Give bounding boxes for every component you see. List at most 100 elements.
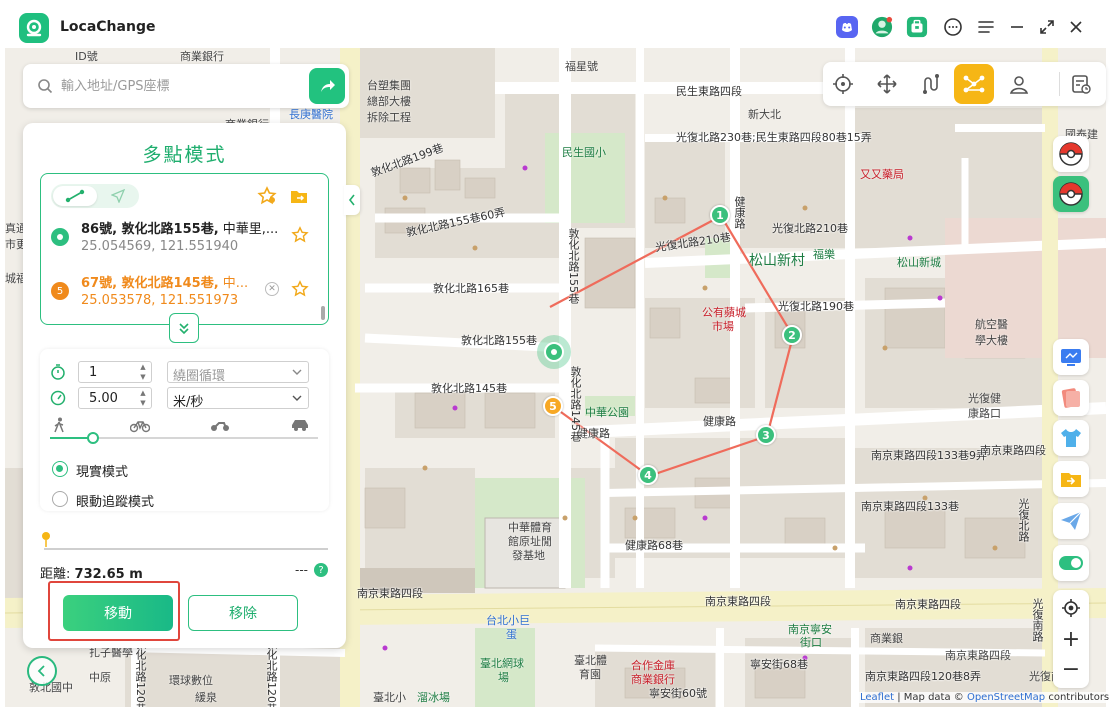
map-attribution: Leaflet | Map data © OpenStreetMap contr… bbox=[857, 692, 1111, 703]
device-button[interactable] bbox=[1053, 339, 1089, 375]
help-icon[interactable]: ? bbox=[314, 563, 328, 577]
multi-spot-route-icon bbox=[963, 75, 985, 93]
street-label: 南京東路四段 bbox=[980, 444, 1046, 457]
route-marker-3[interactable]: 3 bbox=[756, 425, 776, 445]
navigate-tab[interactable] bbox=[99, 186, 137, 206]
locate-button[interactable] bbox=[1053, 592, 1089, 624]
remove-waypoint-icon[interactable]: ✕ bbox=[265, 282, 279, 296]
back-button[interactable] bbox=[27, 656, 57, 686]
street-label: 敦化北路155巷 bbox=[567, 228, 580, 304]
list-scrollbar[interactable] bbox=[321, 306, 325, 320]
pokeball-button[interactable] bbox=[1053, 136, 1089, 172]
route-line-tab[interactable] bbox=[53, 186, 97, 206]
import-folder-icon[interactable] bbox=[289, 186, 309, 210]
waypoint-item[interactable]: 5 67號, 敦化北路145巷, 中... 25.053578, 121.551… bbox=[49, 268, 319, 314]
close-icon[interactable] bbox=[1065, 16, 1087, 38]
minimize-icon[interactable] bbox=[1006, 16, 1028, 38]
user-icon bbox=[1009, 76, 1029, 94]
sticker-button[interactable] bbox=[1053, 380, 1089, 416]
send-button[interactable] bbox=[1053, 503, 1089, 539]
toggle-button[interactable] bbox=[1053, 545, 1089, 581]
multi-device-button[interactable] bbox=[999, 64, 1039, 104]
menu-icon[interactable] bbox=[975, 16, 997, 38]
favorite-star-icon[interactable] bbox=[291, 280, 309, 302]
screen-share-icon bbox=[1061, 349, 1081, 366]
move-button[interactable]: 移動 bbox=[63, 595, 173, 631]
stepper-arrows[interactable]: ▲ ▼ bbox=[137, 389, 149, 407]
expand-list-button[interactable] bbox=[169, 313, 199, 343]
loop-row bbox=[50, 361, 66, 383]
zoom-in-button[interactable]: + bbox=[1053, 623, 1089, 655]
car-icon[interactable] bbox=[290, 417, 310, 433]
poi-label: 福樂 bbox=[813, 248, 835, 261]
history-button[interactable] bbox=[1061, 64, 1101, 104]
route-marker-2[interactable]: 2 bbox=[782, 325, 802, 345]
poi-label: 商業銀行 bbox=[180, 50, 224, 63]
street-label: 寧安街60號 bbox=[649, 687, 707, 700]
waypoint-address: 86號, 敦化北路155巷, 中華里,... bbox=[81, 222, 279, 237]
eye-tracking-mode-label[interactable]: 眼動追蹤模式 bbox=[76, 491, 154, 510]
pokeball-green-button[interactable] bbox=[1053, 176, 1089, 212]
eye-tracking-mode-radio[interactable] bbox=[52, 491, 68, 507]
speed-slider-knob[interactable] bbox=[86, 432, 99, 444]
speed-slider[interactable] bbox=[50, 432, 318, 444]
street-label: 南京東路四段133巷9弄 bbox=[871, 449, 987, 462]
remove-button[interactable]: 移除 bbox=[188, 595, 298, 631]
route-marker-5[interactable]: 5 bbox=[543, 396, 563, 416]
street-label: 光復北路 bbox=[1017, 498, 1030, 542]
poi-label: 中原 bbox=[89, 671, 111, 684]
speed-unit-select[interactable]: 米/秒 bbox=[167, 387, 309, 410]
zoom-out-button[interactable]: − bbox=[1053, 653, 1089, 685]
street-label: 民生東路四段 bbox=[676, 85, 742, 98]
pause-slider-pin-icon[interactable] bbox=[41, 531, 51, 547]
sticker-icon bbox=[1061, 388, 1080, 408]
loop-mode-select[interactable]: 繞圈循環 bbox=[167, 361, 309, 384]
poi-label: 街口 bbox=[800, 636, 822, 649]
search-input[interactable] bbox=[61, 74, 321, 98]
stepper-arrows[interactable]: ▲ ▼ bbox=[137, 363, 149, 381]
toolbox-icon[interactable] bbox=[906, 16, 928, 38]
pokeball-icon bbox=[1059, 182, 1083, 206]
route-marker-4[interactable]: 4 bbox=[638, 465, 658, 485]
collapse-panel-button[interactable] bbox=[344, 185, 360, 215]
route-type-toggle[interactable] bbox=[51, 184, 139, 208]
search-icon bbox=[38, 79, 53, 94]
search-go-button[interactable] bbox=[309, 68, 345, 104]
waypoint-item[interactable]: 86號, 敦化北路155巷, 中華里,... 25.054569, 121.55… bbox=[49, 214, 319, 260]
joystick-mode-button[interactable] bbox=[867, 64, 907, 104]
osm-link[interactable]: OpenStreetMap bbox=[967, 692, 1045, 703]
favorite-star-icon[interactable] bbox=[291, 226, 309, 248]
street-label: 光復北路230巷;民生東路四段80巷15弄 bbox=[676, 131, 872, 144]
poi-label: 長庚醫院 bbox=[289, 108, 333, 121]
current-location-icon bbox=[51, 228, 69, 246]
current-location-marker[interactable] bbox=[537, 335, 571, 369]
pause-slider[interactable] bbox=[44, 548, 328, 550]
poi-label: 航空醫 bbox=[975, 318, 1008, 331]
favorite-route-icon[interactable] bbox=[257, 186, 277, 210]
navigate-icon bbox=[111, 189, 125, 203]
maximize-icon[interactable] bbox=[1036, 16, 1058, 38]
outfit-button[interactable] bbox=[1053, 420, 1089, 456]
account-avatar-icon[interactable] bbox=[871, 16, 893, 38]
loop-count-stepper[interactable]: 1 ▲ ▼ bbox=[78, 361, 152, 383]
discord-icon[interactable] bbox=[836, 16, 858, 38]
poi-label: ID號 bbox=[75, 50, 98, 63]
tshirt-icon bbox=[1061, 429, 1081, 447]
motorcycle-icon[interactable] bbox=[210, 417, 230, 433]
route-marker-1[interactable]: 1 bbox=[710, 205, 730, 225]
import-gpx-button[interactable] bbox=[1053, 461, 1089, 497]
real-mode-radio[interactable] bbox=[52, 461, 68, 477]
speed-stepper[interactable]: 5.00 ▲ ▼ bbox=[78, 387, 152, 409]
real-mode-label[interactable]: 現實模式 bbox=[76, 461, 128, 480]
multi-spot-mode-button[interactable] bbox=[954, 64, 994, 104]
paper-plane-icon bbox=[1061, 511, 1082, 530]
two-spot-mode-button[interactable] bbox=[911, 64, 951, 104]
bicycle-icon[interactable] bbox=[130, 417, 150, 433]
leaflet-link[interactable]: Leaflet bbox=[860, 692, 894, 703]
feedback-icon[interactable] bbox=[942, 16, 964, 38]
teleport-mode-button[interactable] bbox=[823, 64, 863, 104]
walk-icon[interactable] bbox=[52, 417, 66, 433]
street-label: 敦化北路165巷 bbox=[433, 282, 509, 295]
poi-label: 環球數位 bbox=[169, 674, 213, 687]
attribution-suffix: contributors bbox=[1045, 692, 1110, 703]
